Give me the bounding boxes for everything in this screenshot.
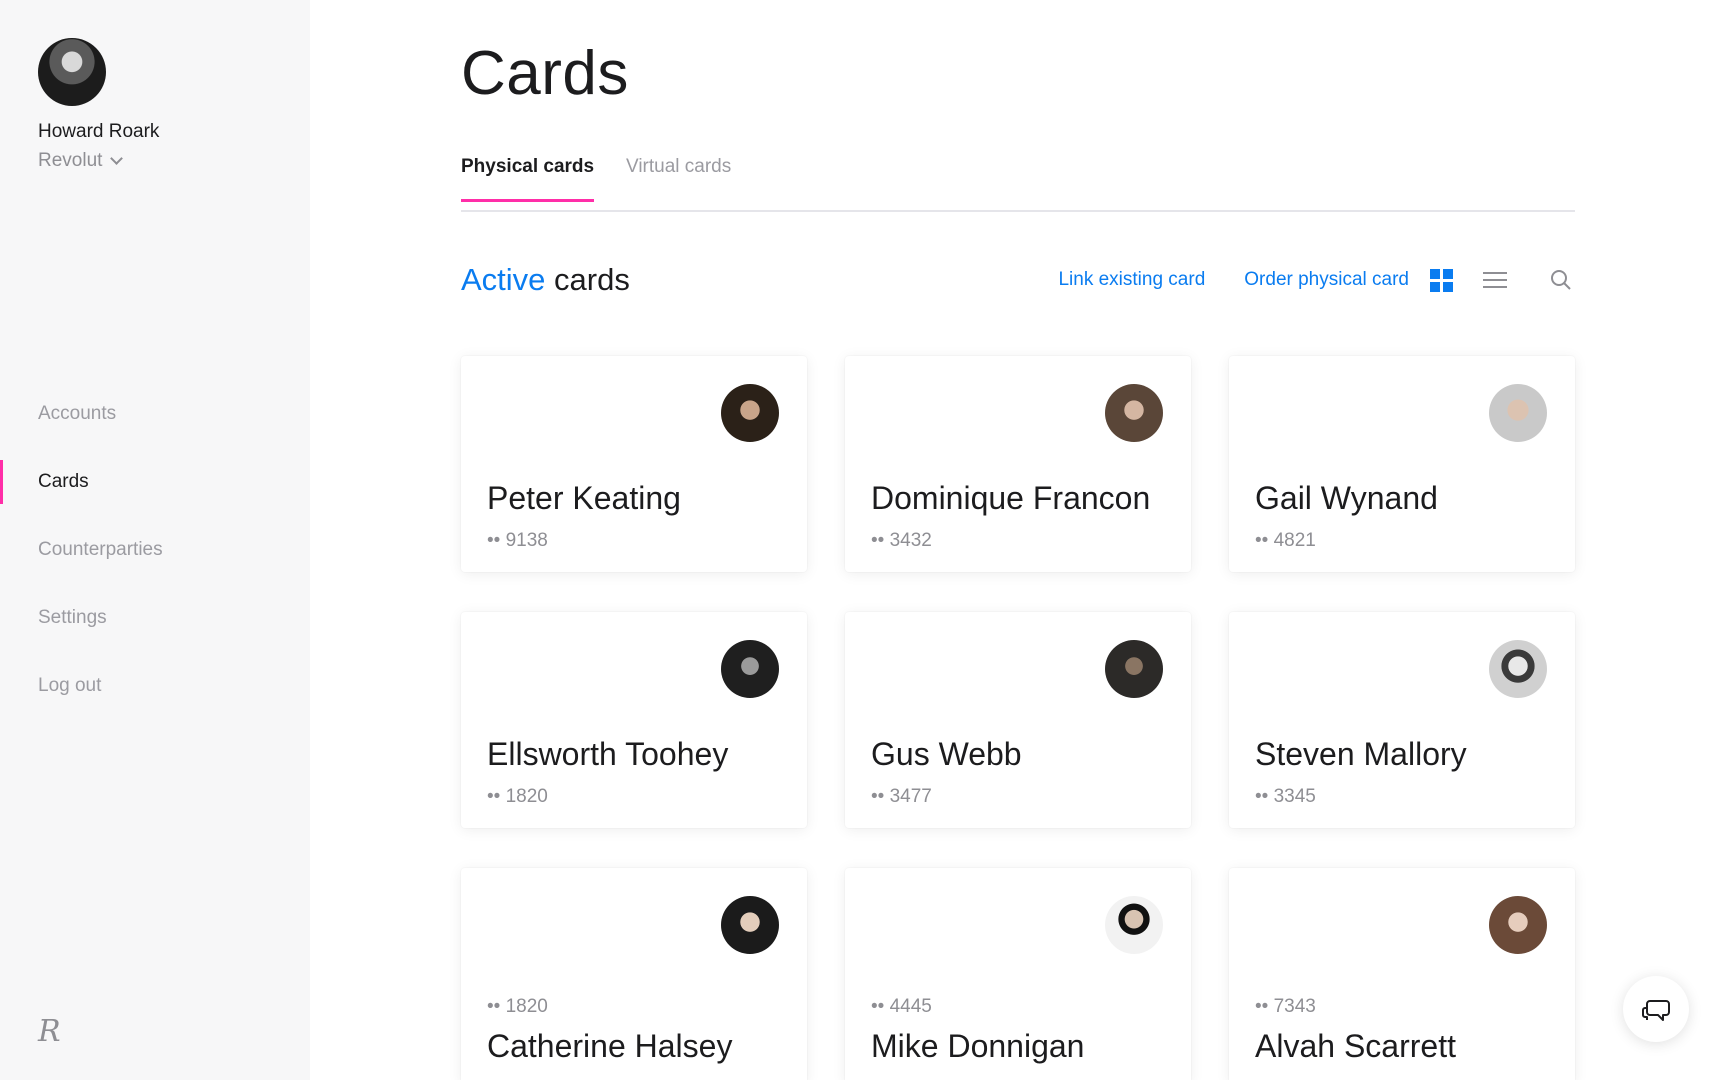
card-number: •• 7343 <box>1255 996 1316 1017</box>
card-tile[interactable]: Gail Wynand •• 4821 <box>1229 356 1575 572</box>
card-tile[interactable]: •• 1820 Catherine Halsey <box>461 868 807 1080</box>
card-number: •• 3477 <box>871 786 932 807</box>
chevron-down-icon <box>110 152 124 165</box>
cardholder-name: Steven Mallory <box>1255 736 1467 772</box>
sidebar: Howard Roark Revolut Accounts Cards Coun… <box>0 0 310 1080</box>
cardholder-avatar <box>721 640 779 698</box>
cardholder-avatar <box>1489 384 1547 442</box>
cardholder-avatar <box>1105 384 1163 442</box>
cardholder-name: Gail Wynand <box>1255 480 1438 516</box>
card-tile[interactable]: •• 4445 Mike Donnigan <box>845 868 1191 1080</box>
card-tile[interactable]: Dominique Francon •• 3432 <box>845 356 1191 572</box>
nav-item-settings[interactable]: Settings <box>0 584 310 652</box>
cardholder-avatar <box>1489 640 1547 698</box>
tab-physical-cards[interactable]: Physical cards <box>461 156 595 202</box>
cardholder-name: Dominique Francon <box>871 480 1151 516</box>
cardholder-avatar <box>1489 896 1547 954</box>
card-number: •• 3432 <box>871 530 932 551</box>
organization-switcher[interactable]: Revolut <box>38 150 124 172</box>
chat-icon <box>1642 1000 1670 1021</box>
card-type-tabs: Physical cards Virtual cards <box>461 150 1575 212</box>
section-header: Active cards Link existing card Order ph… <box>461 262 1575 302</box>
card-number: •• 9138 <box>487 530 548 551</box>
card-tile[interactable]: Peter Keating •• 9138 <box>461 356 807 572</box>
link-existing-card-button[interactable]: Link existing card <box>1058 269 1205 291</box>
revolut-logo-icon: R <box>38 1014 61 1049</box>
nav-item-accounts[interactable]: Accounts <box>0 380 310 448</box>
cardholder-name: Catherine Halsey <box>487 1028 733 1064</box>
card-tile[interactable]: Gus Webb •• 3477 <box>845 612 1191 828</box>
section-title-rest: cards <box>545 262 630 297</box>
card-number: •• 1820 <box>487 786 548 807</box>
cardholder-name: Gus Webb <box>871 736 1022 772</box>
chat-button[interactable] <box>1623 976 1689 1042</box>
card-number: •• 4821 <box>1255 530 1316 551</box>
section-title-accent: Active <box>461 262 546 297</box>
cardholder-name: Mike Donnigan <box>871 1028 1085 1064</box>
cardholder-name: Alvah Scarrett <box>1255 1028 1456 1064</box>
card-number: •• 4445 <box>871 996 932 1017</box>
card-number: •• 1820 <box>487 996 548 1017</box>
cardholder-name: Peter Keating <box>487 480 681 516</box>
nav-item-counterparties[interactable]: Counterparties <box>0 516 310 584</box>
cardholder-avatar <box>1105 896 1163 954</box>
cardholder-avatar <box>721 384 779 442</box>
cardholder-name: Ellsworth Toohey <box>487 736 729 772</box>
card-tile[interactable]: Ellsworth Toohey •• 1820 <box>461 612 807 828</box>
card-tile[interactable]: •• 7343 Alvah Scarrett <box>1229 868 1575 1080</box>
search-icon[interactable] <box>1547 266 1575 294</box>
section-actions: Link existing card Order physical card <box>1019 266 1575 294</box>
nav-item-log-out[interactable]: Log out <box>0 652 310 720</box>
list-view-icon[interactable] <box>1481 266 1509 294</box>
cardholder-avatar <box>1105 640 1163 698</box>
tab-virtual-cards[interactable]: Virtual cards <box>626 156 731 200</box>
card-tile[interactable]: Steven Mallory •• 3345 <box>1229 612 1575 828</box>
grid-view-icon[interactable] <box>1427 266 1455 294</box>
user-avatar[interactable] <box>38 38 106 106</box>
cardholder-avatar <box>721 896 779 954</box>
sidebar-nav: Accounts Cards Counterparties Settings L… <box>0 380 310 720</box>
nav-item-cards[interactable]: Cards <box>0 448 310 516</box>
order-physical-card-button[interactable]: Order physical card <box>1244 269 1409 291</box>
card-number: •• 3345 <box>1255 786 1316 807</box>
cards-grid: Peter Keating •• 9138 Dominique Francon … <box>461 356 1575 1080</box>
page-title: Cards <box>461 39 629 108</box>
user-name: Howard Roark <box>38 121 160 142</box>
organization-name: Revolut <box>38 150 103 171</box>
